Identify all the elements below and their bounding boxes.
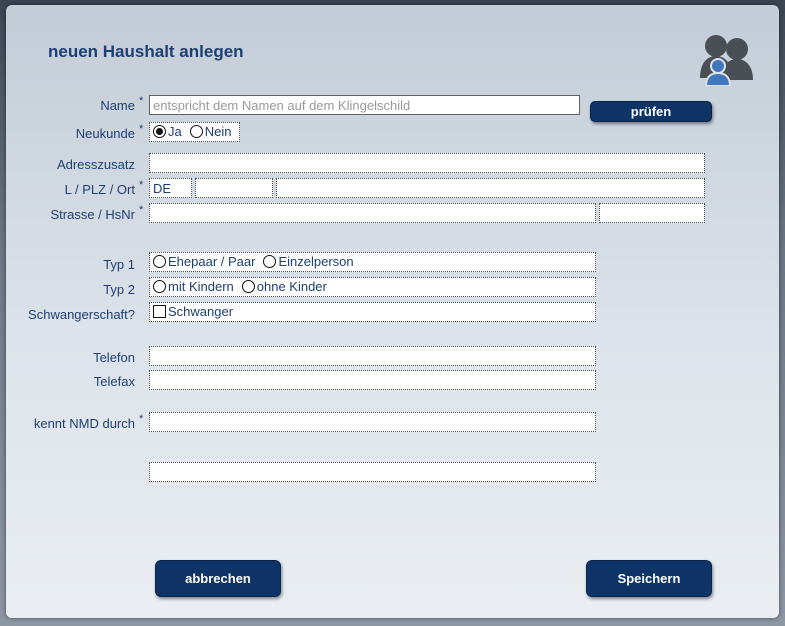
- land-input[interactable]: [149, 178, 192, 198]
- typ2-option-mit-kindern[interactable]: mit Kindern: [153, 278, 234, 296]
- radio-icon: [153, 255, 166, 268]
- required-marker: *: [139, 95, 144, 107]
- radio-icon: [153, 280, 166, 293]
- kennt-label: kennt NMD durch: [33, 416, 135, 431]
- schwanger-check-group: Schwanger: [149, 302, 596, 322]
- strasse-label: Strasse / HsNr: [50, 207, 135, 222]
- schwanger-checkbox[interactable]: Schwanger: [153, 303, 233, 321]
- telefax-input[interactable]: [149, 370, 596, 390]
- typ2-option-ohne-kinder[interactable]: ohne Kinder: [241, 278, 327, 296]
- typ1-option-einzel-label: Einzelperson: [278, 254, 354, 269]
- kennt-nmd-input[interactable]: [149, 412, 596, 432]
- neukunde-option-ja-label: Ja: [168, 124, 182, 139]
- schwanger-label: Schwangerschaft?: [28, 307, 135, 322]
- adresszusatz-input[interactable]: [149, 153, 705, 173]
- telefax-label: Telefax: [93, 374, 135, 389]
- strasse-input[interactable]: [149, 203, 596, 223]
- neukunde-option-nein[interactable]: Nein: [189, 123, 232, 141]
- typ2-option-ohne-kinder-label: ohne Kinder: [256, 279, 327, 294]
- typ1-option-einzel[interactable]: Einzelperson: [263, 253, 354, 271]
- required-marker: *: [139, 413, 144, 425]
- typ2-radio-group: mit Kindern ohne Kinder: [149, 277, 596, 297]
- typ1-option-paar-label: Ehepaar / Paar: [168, 254, 256, 269]
- required-marker: *: [139, 204, 144, 216]
- radio-icon: [189, 125, 203, 138]
- checkbox-icon: [153, 305, 166, 318]
- neukunde-option-ja[interactable]: Ja: [153, 123, 182, 141]
- typ1-option-paar[interactable]: Ehepaar / Paar: [153, 253, 255, 271]
- dialog-title: neuen Haushalt anlegen: [48, 42, 244, 61]
- dialog: neuen Haushalt anlegen Name * prüfen Neu…: [6, 5, 779, 618]
- hausnummer-input[interactable]: [599, 203, 705, 223]
- required-marker: *: [139, 123, 144, 135]
- neukunde-label: Neukunde: [75, 126, 135, 141]
- radio-icon: [263, 255, 277, 268]
- check-button[interactable]: prüfen: [590, 101, 712, 122]
- name-input[interactable]: [149, 95, 580, 115]
- save-button[interactable]: Speichern: [586, 560, 712, 597]
- typ1-label: Typ 1: [103, 257, 135, 272]
- users-group-icon: [700, 35, 753, 86]
- name-label: Name: [100, 98, 135, 113]
- typ2-option-mit-kindern-label: mit Kindern: [168, 279, 234, 294]
- radio-icon: [241, 280, 255, 293]
- neukunde-option-nein-label: Nein: [204, 124, 232, 139]
- adresszusatz-label: Adresszusatz: [56, 157, 135, 172]
- required-marker: *: [139, 179, 144, 191]
- telefon-input[interactable]: [149, 346, 596, 366]
- cancel-button[interactable]: abbrechen: [155, 560, 281, 597]
- radio-selected-icon: [153, 125, 166, 138]
- telefon-label: Telefon: [93, 350, 135, 365]
- lplzort-label: L / PLZ / Ort: [64, 182, 135, 197]
- neukunde-radio-group: Ja Nein: [149, 122, 240, 142]
- ort-input[interactable]: [276, 178, 705, 198]
- typ2-label: Typ 2: [103, 282, 135, 297]
- schwanger-checkbox-label: Schwanger: [168, 304, 234, 319]
- kennt-nmd-detail-input[interactable]: [149, 462, 596, 482]
- plz-input[interactable]: [195, 178, 273, 198]
- typ1-radio-group: Ehepaar / Paar Einzelperson: [149, 252, 596, 272]
